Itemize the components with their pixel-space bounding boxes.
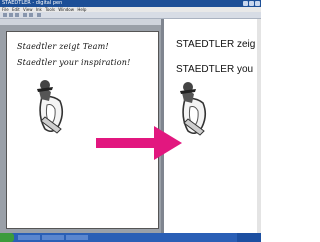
taskbar-item[interactable]: [66, 235, 88, 240]
screen: STAEDTLER - digital pen File Edit View I…: [0, 0, 261, 242]
minimize-button[interactable]: [243, 1, 248, 6]
arrow-right-icon: [96, 126, 182, 160]
vertical-scrollbar[interactable]: [257, 19, 261, 233]
taskbar-item[interactable]: [18, 235, 40, 240]
window-title: STAEDTLER - digital pen: [2, 0, 63, 6]
taskbar-item[interactable]: [42, 235, 64, 240]
taskbar: [0, 233, 261, 242]
pane-header: [0, 19, 161, 25]
toolbar: [0, 12, 261, 19]
open-icon[interactable]: [9, 13, 13, 17]
handwritten-line: Staedtler zeigt Team!: [17, 42, 109, 51]
converted-text-line: STAEDTLER you: [176, 64, 254, 75]
start-button[interactable]: [0, 233, 14, 242]
save-icon[interactable]: [15, 13, 19, 17]
new-icon[interactable]: [3, 13, 7, 17]
maximize-button[interactable]: [249, 1, 254, 6]
staedtler-mars-logo-icon: [33, 77, 67, 135]
close-button[interactable]: [255, 1, 260, 6]
window-controls: [243, 1, 260, 6]
converted-text-line: STAEDTLER zeig: [176, 39, 256, 50]
eraser-icon[interactable]: [29, 13, 33, 17]
system-tray: [237, 233, 261, 242]
pen-icon[interactable]: [23, 13, 27, 17]
window-titlebar: STAEDTLER - digital pen: [0, 0, 261, 7]
zoom-icon[interactable]: [37, 13, 41, 17]
handwritten-line: Staedtler your inspiration!: [17, 58, 131, 67]
